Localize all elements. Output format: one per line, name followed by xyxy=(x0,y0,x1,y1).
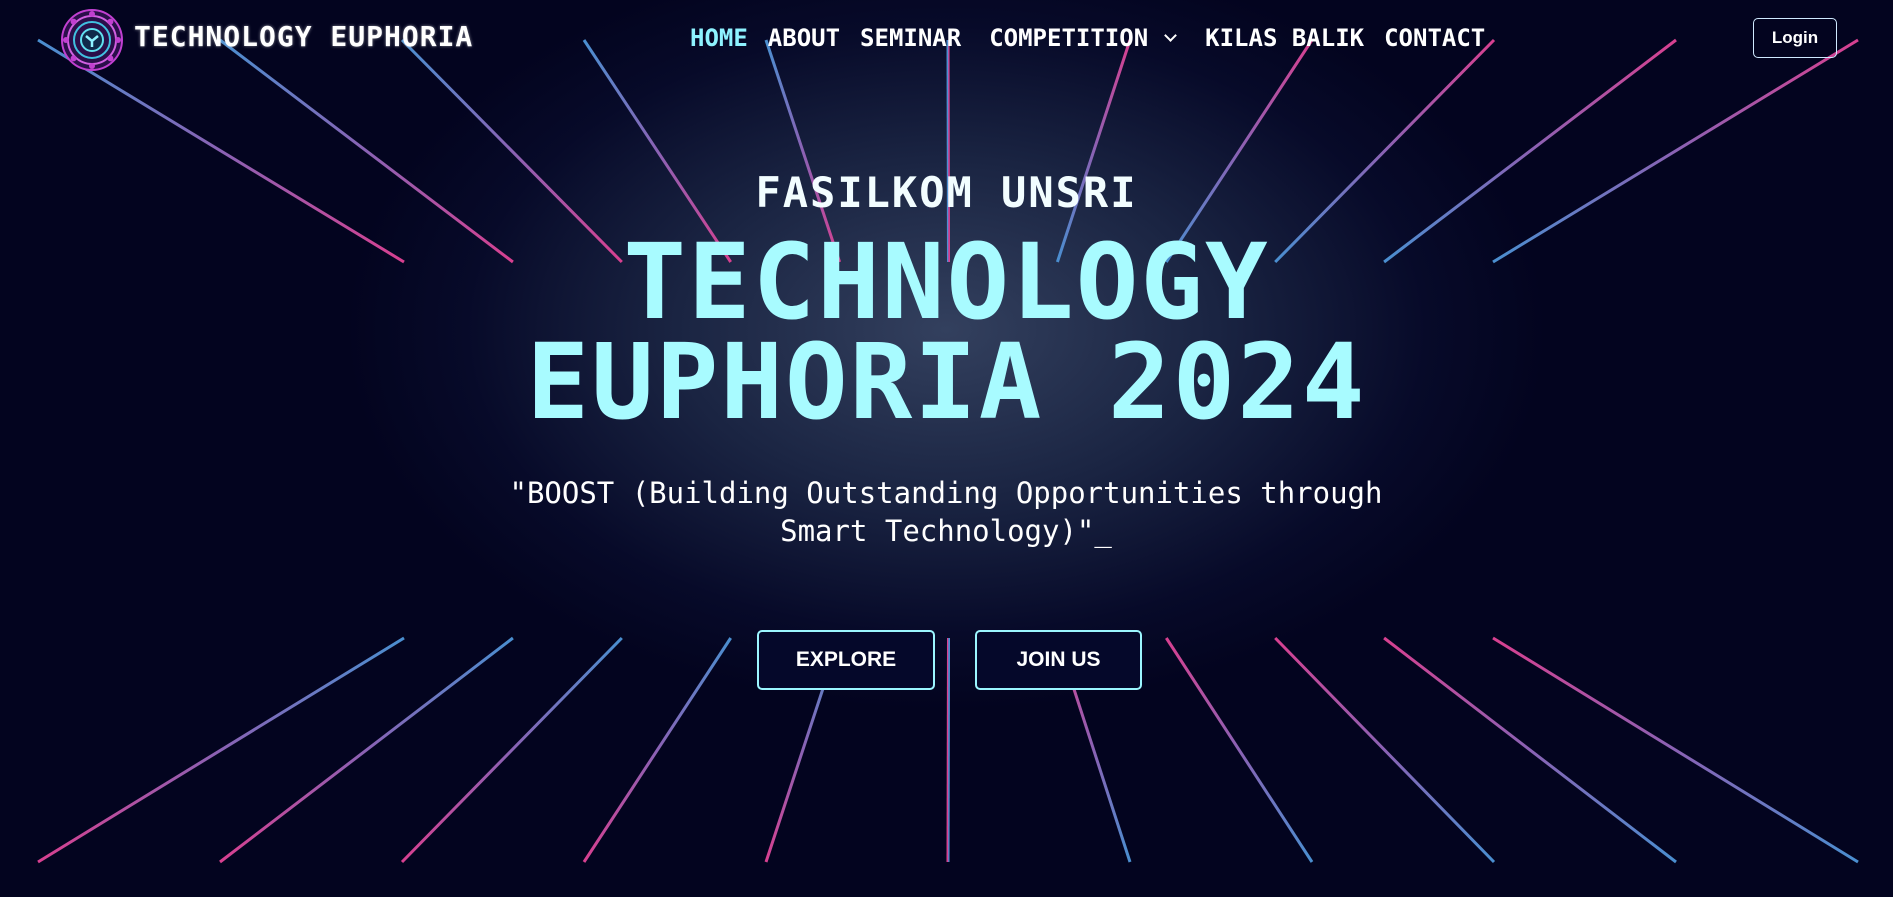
nav-about-label: ABOUT xyxy=(767,24,841,52)
nav-contact[interactable]: CONTACT xyxy=(1384,24,1485,52)
join-us-button[interactable]: JOIN US xyxy=(975,630,1142,690)
nav-competition-label: COMPETITION xyxy=(989,24,1149,52)
nav-about[interactable]: ABOUT xyxy=(768,24,840,52)
navbar: TECHNOLOGY EUPHORIA HOME ABOUT SEMINAR C… xyxy=(0,0,1893,78)
page: TECHNOLOGY EUPHORIA HOME ABOUT SEMINAR C… xyxy=(0,0,1893,897)
grid-line xyxy=(1165,637,1314,863)
nav-seminar[interactable]: SEMINAR xyxy=(860,24,961,52)
hero-tagline: "BOOST (Building Outstanding Opportuniti… xyxy=(446,474,1446,550)
explore-button[interactable]: EXPLORE xyxy=(757,630,935,690)
nav-home[interactable]: HOME xyxy=(690,24,748,52)
grid-line xyxy=(37,636,405,864)
floor-grid xyxy=(37,636,1859,864)
grid-line xyxy=(400,636,623,864)
nav-seminar-label: SEMINAR xyxy=(860,24,962,52)
brand-name[interactable]: TECHNOLOGY EUPHORIA xyxy=(134,20,473,53)
grid-line xyxy=(1274,636,1496,864)
nav-contact-label: CONTACT xyxy=(1384,24,1486,52)
nav-competition[interactable]: COMPETITION xyxy=(989,24,1178,52)
hero-tagline-line1: "BOOST (Building Outstanding Opportuniti… xyxy=(509,476,1383,510)
login-button[interactable]: Login xyxy=(1753,18,1837,58)
hero-subtitle: FASILKOM UNSRI xyxy=(755,168,1138,217)
chevron-down-icon xyxy=(1164,28,1178,42)
grid-line xyxy=(1383,636,1677,864)
hero-title-line2: EUPHORIA 2024 xyxy=(526,321,1367,443)
background-grid xyxy=(37,38,1859,864)
grid-line xyxy=(219,636,514,864)
nav-kilas-balik-label: KILAS BALIK xyxy=(1205,24,1365,52)
main-menu: HOME ABOUT SEMINAR COMPETITION KILAS BAL… xyxy=(690,24,1505,52)
hero-title: TECHNOLOGY EUPHORIA 2024 xyxy=(0,221,1893,443)
mandala-logo-icon[interactable] xyxy=(60,8,124,72)
nav-home-label: HOME xyxy=(690,24,748,52)
grid-line xyxy=(582,637,732,863)
hero-tagline-line2: Smart Technology)"_ xyxy=(780,514,1112,548)
grid-line xyxy=(1492,636,1859,864)
nav-kilas-balik[interactable]: KILAS BALIK xyxy=(1205,24,1364,52)
hero-title-line1: TECHNOLOGY xyxy=(623,221,1270,343)
grid-line xyxy=(946,637,950,863)
